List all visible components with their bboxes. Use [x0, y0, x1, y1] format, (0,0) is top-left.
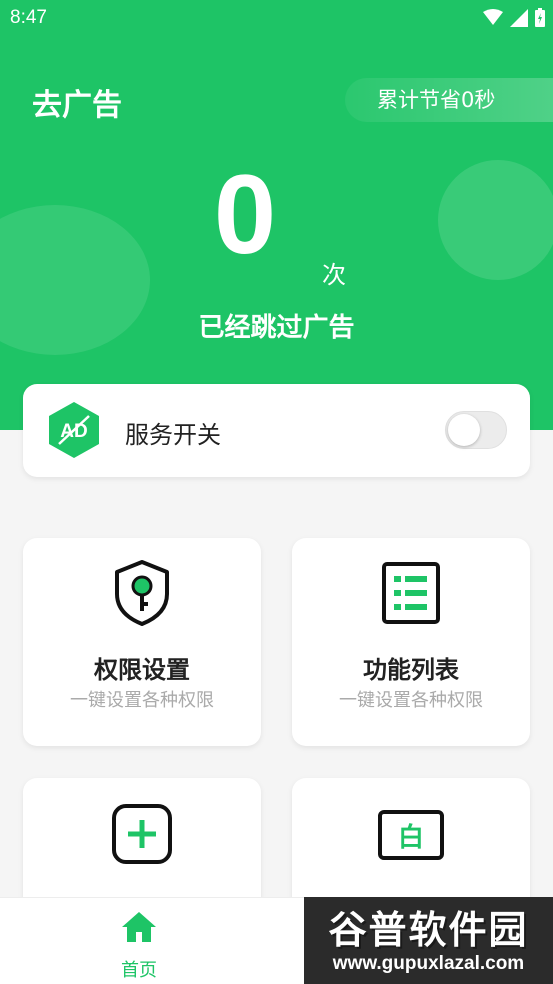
skip-count: 0 — [213, 152, 277, 277]
service-switch-card: AD 服务开关 — [23, 384, 530, 477]
service-toggle[interactable] — [445, 411, 507, 449]
service-switch-label: 服务开关 — [125, 421, 221, 449]
header-panel: 8:47 去广告 累计节省0秒 0 次 已经跳过广告 — [0, 0, 553, 430]
ad-block-icon: AD — [49, 402, 99, 458]
list-icon — [382, 562, 440, 624]
status-bar: 8:47 — [0, 0, 553, 36]
whitelist-icon: 白 — [378, 810, 444, 860]
nav-home-label: 首页 — [121, 960, 157, 981]
tile-subtitle: 一键设置各种权限 — [339, 690, 483, 711]
watermark-brand: 谷普软件园 — [328, 908, 529, 952]
signal-icon — [510, 8, 528, 27]
toggle-knob[interactable] — [448, 414, 480, 446]
skip-count-unit: 次 — [322, 261, 346, 289]
tile-subtitle: 一键设置各种权限 — [70, 690, 214, 711]
battery-icon — [535, 8, 545, 27]
page-title: 去广告 — [32, 88, 122, 123]
wifi-icon — [483, 9, 503, 25]
tile-title: 功能列表 — [363, 656, 459, 684]
tile-title: 权限设置 — [94, 656, 190, 684]
skip-count-caption: 已经跳过广告 — [198, 313, 355, 343]
watermark-url: www.gupuxlazal.com — [332, 953, 525, 974]
nav-home[interactable]: 首页 — [100, 898, 178, 984]
saved-time-badge: 累计节省0秒 — [345, 78, 553, 122]
tile-feature-list[interactable]: 功能列表 一键设置各种权限 — [292, 538, 530, 746]
tile-permission-settings[interactable]: 权限设置 一键设置各种权限 — [23, 538, 261, 746]
plus-box-icon — [112, 804, 172, 864]
watermark-logo: 谷普软件园 www.gupuxlazal.com — [304, 897, 553, 984]
shield-key-icon — [115, 560, 169, 626]
status-time: 8:47 — [10, 7, 47, 28]
home-icon — [122, 912, 156, 942]
whitelist-icon-text: 白 — [398, 822, 424, 853]
